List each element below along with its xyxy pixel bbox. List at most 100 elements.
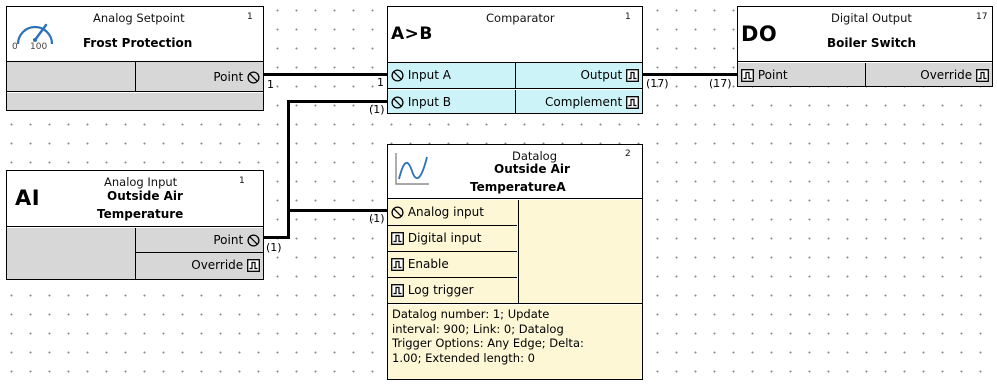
block-number: 1	[625, 12, 631, 22]
block-number: 2	[625, 149, 631, 159]
block-header: DO Digital Output 17 Boiler Switch	[738, 7, 992, 62]
description-line: interval: 900; Link: 0; Datalog	[392, 321, 564, 336]
datalog-io: Analog input Digital input Enable Log tr…	[388, 200, 642, 304]
datalog-row-digital: Digital input	[388, 226, 517, 252]
column-divider	[515, 63, 516, 88]
digital-port-icon	[391, 258, 404, 271]
analog-setpoint-block[interactable]: 0 100 Analog Setpoint 1 Frost Protection…	[6, 6, 264, 111]
pin-label-datalog-in: (1)	[369, 212, 385, 225]
block-type-label: Analog Setpoint	[93, 11, 185, 25]
block-number: 1	[239, 176, 245, 186]
pin-label-input-b: (1)	[369, 103, 385, 116]
port-label: Override	[920, 68, 973, 82]
digital-port-icon	[391, 284, 404, 297]
column-divider	[865, 63, 866, 86]
input-b-port[interactable]: Input B	[391, 93, 451, 113]
port-label: Point	[757, 68, 788, 82]
block-header: Datalog 2 Outside Air TemperatureA	[388, 145, 642, 199]
block-type-label: Datalog	[512, 149, 557, 163]
block-name: Frost Protection	[83, 36, 193, 50]
block-type-label: Digital Output	[831, 11, 912, 25]
ai-override-port[interactable]: Override	[191, 256, 260, 279]
column-divider	[518, 200, 519, 303]
block-name: Boiler Switch	[827, 36, 917, 50]
port-label: Output	[580, 68, 623, 82]
datalog-row-analog: Analog input	[388, 200, 517, 226]
port-label: Input A	[407, 68, 451, 82]
block-number: 1	[247, 12, 253, 22]
digital-port-icon	[741, 69, 754, 82]
output-port[interactable]: Output	[580, 66, 639, 88]
setpoint-point-port[interactable]: Point	[213, 68, 260, 91]
ai-point-port[interactable]: Point	[213, 231, 260, 252]
digital-port-icon	[976, 69, 989, 82]
digital-port-icon	[626, 96, 639, 109]
trend-line-icon	[395, 153, 429, 185]
column-divider	[135, 62, 136, 91]
port-label: Digital input	[407, 231, 482, 245]
block-name-line-1: Outside Air	[107, 189, 183, 203]
description-line: 1.00; Extended length: 0	[392, 350, 535, 365]
analog-port-icon	[391, 69, 404, 82]
pin-label-setpoint-out: 1	[267, 78, 274, 91]
wire-ai-to-input-b[interactable]	[263, 236, 290, 239]
digital-port-icon	[391, 232, 404, 245]
digital-output-block[interactable]: DO Digital Output 17 Boiler Switch Point…	[737, 6, 993, 87]
port-label: Point	[213, 233, 244, 247]
input-a-port[interactable]: Input A	[391, 66, 451, 88]
analog-input-block[interactable]: AI Analog Input 1 Outside Air Temperatur…	[6, 170, 264, 280]
do-override-port[interactable]: Override	[920, 66, 989, 86]
block-name-line-2: TemperatureA	[470, 180, 566, 194]
wire-setpoint-to-input-a[interactable]	[263, 73, 388, 76]
port-label: Analog input	[407, 205, 484, 219]
pin-label-input-a: 1	[377, 76, 384, 89]
digital-port-icon	[626, 69, 639, 82]
block-type-label: Analog Input	[104, 175, 178, 189]
column-divider	[515, 90, 516, 113]
pin-label-ai-out: (1)	[266, 241, 282, 254]
block-type-label: Comparator	[486, 11, 555, 25]
analog-port-icon	[247, 234, 260, 247]
datalog-analog-input-port[interactable]: Analog input	[391, 203, 484, 225]
datalog-enable-port[interactable]: Enable	[391, 255, 449, 277]
block-name-line-2: Temperature	[97, 207, 184, 221]
analog-port-icon	[391, 206, 404, 219]
analog-input-symbol: AI	[15, 186, 41, 210]
datalog-row-enable: Enable	[388, 252, 517, 278]
ai-point-row: Point	[135, 228, 263, 253]
pin-label-comp-out: (17)	[646, 77, 669, 90]
datalog-description: Datalog number: 1; Update interval: 900;…	[388, 305, 642, 379]
digital-port-icon	[247, 259, 260, 272]
block-header: AI Analog Input 1 Outside Air Temperatur…	[7, 171, 263, 227]
analog-input-ports: Point Override	[7, 228, 263, 279]
datalog-log-trigger-port[interactable]: Log trigger	[391, 281, 474, 303]
pin-label-do-in: (17)	[709, 77, 732, 90]
complement-port[interactable]: Complement	[545, 93, 639, 113]
digital-output-row: Point Override	[738, 63, 992, 86]
port-label: Enable	[407, 257, 449, 271]
comparator-row-1: Input A Output	[388, 63, 642, 89]
block-header: 0 100 Analog Setpoint 1 Frost Protection	[7, 7, 263, 62]
datalog-digital-input-port[interactable]: Digital input	[391, 229, 481, 251]
block-name-line-1: Outside Air	[494, 162, 570, 176]
gauge-min-label: 0	[12, 42, 18, 52]
wire-output-to-do-point[interactable]	[643, 73, 738, 76]
description-line: Trigger Options: Any Edge; Delta:	[392, 336, 584, 350]
analog-port-icon	[247, 71, 260, 84]
comparator-symbol: A>B	[391, 24, 433, 44]
description-line: Datalog number: 1; Update	[392, 307, 550, 321]
port-label: Input B	[407, 95, 451, 109]
port-label: Log trigger	[407, 283, 474, 297]
port-label: Complement	[545, 95, 623, 109]
port-label: Override	[191, 258, 244, 272]
datalog-block[interactable]: Datalog 2 Outside Air TemperatureA Analo…	[387, 144, 643, 380]
setpoint-point-row: Point	[7, 62, 263, 92]
block-number: 17	[976, 12, 988, 22]
gauge-max-label: 100	[30, 42, 48, 52]
digital-output-symbol: DO	[741, 22, 778, 46]
comparator-row-2: Input B Complement	[388, 90, 642, 113]
comparator-block[interactable]: A>B Comparator 1 Input A Output Input B …	[387, 6, 643, 114]
do-point-port[interactable]: Point	[741, 66, 788, 86]
wire-ai-to-input-b-vertical[interactable]	[287, 100, 290, 239]
analog-port-icon	[391, 96, 404, 109]
